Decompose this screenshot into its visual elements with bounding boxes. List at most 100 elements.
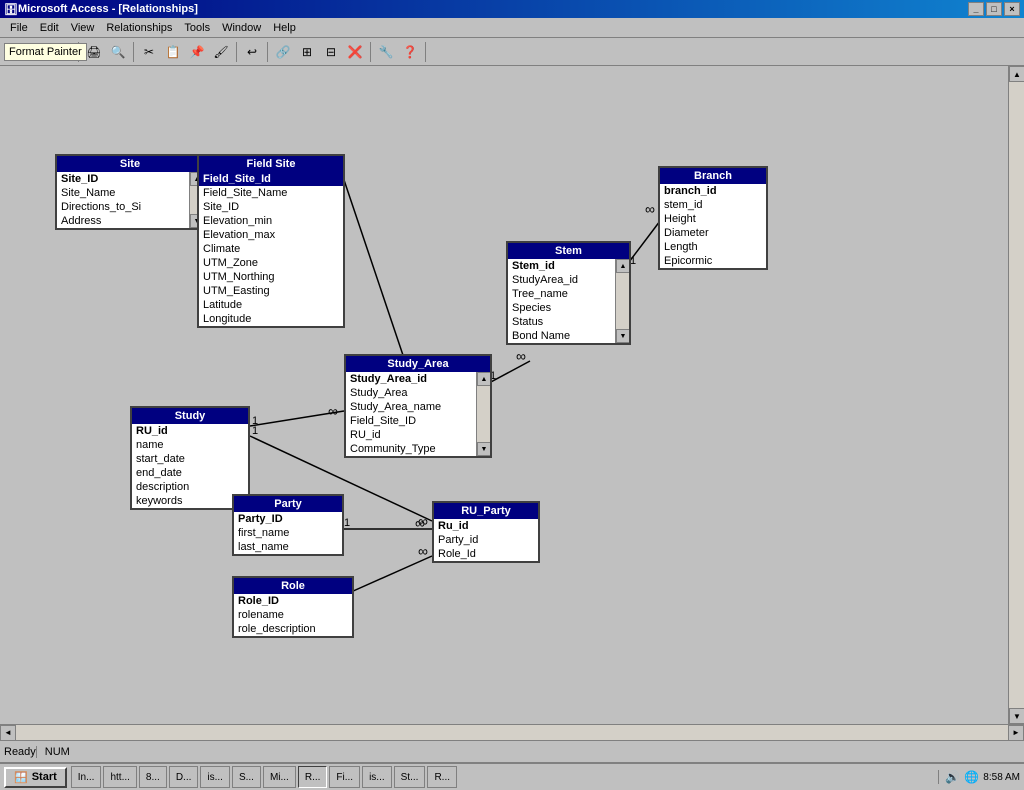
field-study-area[interactable]: Study_Area [346,386,476,400]
field-elevation-max[interactable]: Elevation_max [199,228,343,242]
field-longitude[interactable]: Longitude [199,312,343,326]
field-end-date[interactable]: end_date [132,466,248,480]
scroll-right-btn[interactable]: ► [1008,725,1024,741]
field-studyarea-id[interactable]: StudyArea_id [508,273,615,287]
rel2-btn[interactable]: ⊞ [296,41,318,63]
table-study-area-header[interactable]: Study_Area [346,356,490,372]
delete-btn[interactable]: ❌ [344,41,366,63]
relationships-canvas[interactable]: 1 ∞ 1 ∞ 1 ∞ 1 ∞ 1 ∞ 1 ∞ 1 ∞ [0,66,1024,724]
new-btn[interactable]: 📄 [4,41,26,63]
field-utm-zone[interactable]: UTM_Zone [199,256,343,270]
print-btn[interactable]: 🖨 [83,41,105,63]
field-directions[interactable]: Directions_to_Si [57,200,189,214]
menu-edit[interactable]: Edit [34,20,65,36]
start-button[interactable]: 🪟 Start [4,767,67,788]
field-keywords[interactable]: keywords [132,494,248,508]
field-site-name[interactable]: Site_Name [57,186,189,200]
open-btn[interactable]: 📂 [28,41,50,63]
rel3-btn[interactable]: ⊟ [320,41,342,63]
field-party-id2[interactable]: Party_id [434,533,538,547]
copy-btn[interactable]: 📋 [162,41,184,63]
field-status[interactable]: Status [508,315,615,329]
table-stem-header[interactable]: Stem [508,243,629,259]
prop-btn[interactable]: 🔧 [375,41,397,63]
cut-btn[interactable]: ✂ [138,41,160,63]
field-field-site-id2[interactable]: Field_Site_ID [346,414,476,428]
field-climate[interactable]: Climate [199,242,343,256]
table-study-header[interactable]: Study [132,408,248,424]
field-species[interactable]: Species [508,301,615,315]
minimize-button[interactable]: _ [968,2,984,16]
field-study-area-id[interactable]: Study_Area_id [346,372,476,386]
taskbar-item-8[interactable]: R... [298,766,328,788]
field-latitude[interactable]: Latitude [199,298,343,312]
field-start-date[interactable]: start_date [132,452,248,466]
field-length[interactable]: Length [660,240,766,254]
scroll-down-btn[interactable]: ▼ [1009,708,1024,724]
table-role-header[interactable]: Role [234,578,352,594]
field-branch-id[interactable]: branch_id [660,184,766,198]
menu-file[interactable]: File [4,20,34,36]
field-ru-id2[interactable]: RU_id [132,424,248,438]
taskbar-item-7[interactable]: Mi... [263,766,296,788]
taskbar-item-1[interactable]: In... [71,766,102,788]
field-community-type[interactable]: Community_Type [346,442,476,456]
taskbar-item-10[interactable]: is... [362,766,392,788]
help-btn[interactable]: ❓ [399,41,421,63]
canvas-scrollbar-bottom[interactable]: ◄ ► [0,724,1024,740]
table-ru-party-header[interactable]: RU_Party [434,503,538,519]
field-stem-id[interactable]: stem_id [660,198,766,212]
menu-view[interactable]: View [65,20,101,36]
field-description[interactable]: description [132,480,248,494]
field-ru-id3[interactable]: Ru_id [434,519,538,533]
paste-btn[interactable]: 📌 [186,41,208,63]
field-address[interactable]: Address [57,214,189,228]
field-diameter[interactable]: Diameter [660,226,766,240]
taskbar-item-11[interactable]: St... [394,766,426,788]
rel1-btn[interactable]: 🔗 [272,41,294,63]
field-bond-name[interactable]: Bond Name [508,329,615,343]
taskbar-item-6[interactable]: S... [232,766,261,788]
field-tree-name[interactable]: Tree_name [508,287,615,301]
field-utm-easting[interactable]: UTM_Easting [199,284,343,298]
table-field-site-header[interactable]: Field Site [199,156,343,172]
taskbar-item-12[interactable]: R... [427,766,457,788]
save-btn[interactable]: 💾 [52,41,74,63]
field-first-name[interactable]: first_name [234,526,342,540]
undo-btn[interactable]: ↩ [241,41,263,63]
menu-relationships[interactable]: Relationships [100,20,178,36]
taskbar-item-4[interactable]: D... [169,766,199,788]
field-name[interactable]: name [132,438,248,452]
table-branch-header[interactable]: Branch [660,168,766,184]
menu-tools[interactable]: Tools [178,20,216,36]
field-utm-northing[interactable]: UTM_Northing [199,270,343,284]
field-elevation-min[interactable]: Elevation_min [199,214,343,228]
canvas-scrollbar-right[interactable]: ▲ ▼ [1008,66,1024,724]
taskbar-item-2[interactable]: htt... [103,766,136,788]
preview-btn[interactable]: 🔍 [107,41,129,63]
field-party-id[interactable]: Party_ID [234,512,342,526]
taskbar-item-3[interactable]: 8... [139,766,167,788]
menu-window[interactable]: Window [216,20,267,36]
field-role-id2[interactable]: Role_ID [234,594,352,608]
taskbar-item-5[interactable]: is... [200,766,230,788]
field-rolename[interactable]: rolename [234,608,352,622]
field-role-id[interactable]: Role_Id [434,547,538,561]
field-height[interactable]: Height [660,212,766,226]
field-epicormic[interactable]: Epicormic [660,254,766,268]
scroll-left-btn[interactable]: ◄ [0,725,16,741]
field-field-site-id[interactable]: Field_Site_Id [199,172,343,186]
taskbar-item-9[interactable]: Fi... [329,766,360,788]
field-site-id-fs[interactable]: Site_ID [199,200,343,214]
field-site-id[interactable]: Site_ID [57,172,189,186]
scroll-up-btn[interactable]: ▲ [1009,66,1024,82]
field-role-description[interactable]: role_description [234,622,352,636]
field-stem-id2[interactable]: Stem_id [508,259,615,273]
field-field-site-name[interactable]: Field_Site_Name [199,186,343,200]
menu-help[interactable]: Help [267,20,302,36]
field-last-name[interactable]: last_name [234,540,342,554]
field-ru-id[interactable]: RU_id [346,428,476,442]
field-study-area-name[interactable]: Study_Area_name [346,400,476,414]
close-button[interactable]: × [1004,2,1020,16]
format-painter-btn[interactable]: 🖌 [210,41,232,63]
